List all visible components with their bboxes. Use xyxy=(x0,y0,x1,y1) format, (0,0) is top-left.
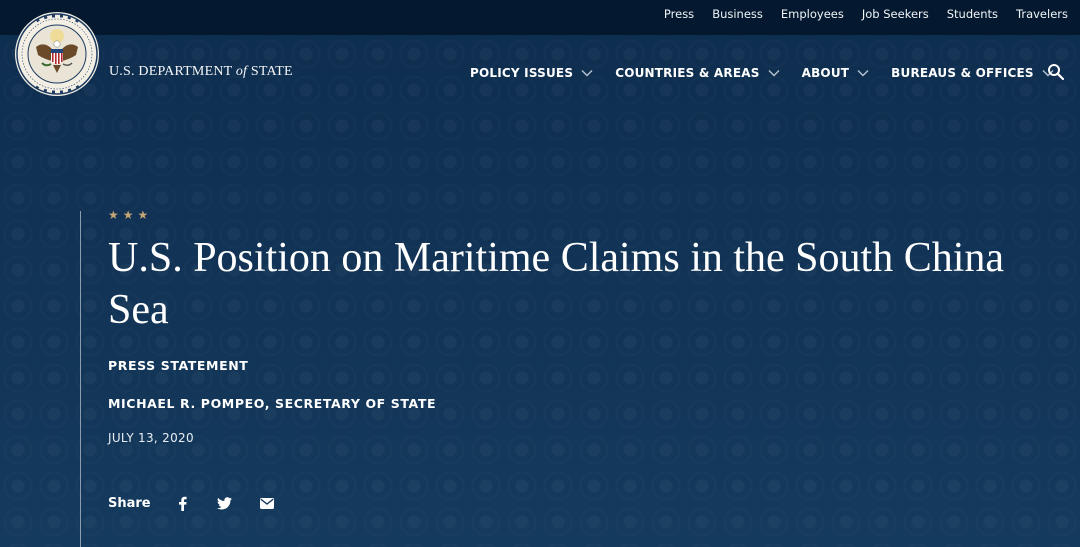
stars-decoration: ★★★ xyxy=(108,208,153,222)
facebook-icon[interactable] xyxy=(173,493,193,513)
brand-of: of xyxy=(235,64,248,79)
search-icon[interactable] xyxy=(1047,63,1065,81)
main-nav: POLICY ISSUES COUNTRIES & AREAS ABOUT BU… xyxy=(470,64,1054,82)
utility-link-travelers[interactable]: Travelers xyxy=(1016,7,1068,21)
chevron-down-icon xyxy=(857,70,869,77)
document-type-label: PRESS STATEMENT xyxy=(108,358,249,373)
department-seal-logo[interactable] xyxy=(14,11,100,97)
nav-bureaus-offices[interactable]: BUREAUS & OFFICES xyxy=(891,66,1054,80)
email-icon[interactable] xyxy=(257,493,277,513)
utility-link-students[interactable]: Students xyxy=(947,7,998,21)
nav-label: POLICY ISSUES xyxy=(470,66,574,80)
brand-suffix: STATE xyxy=(250,64,293,79)
utility-link-business[interactable]: Business xyxy=(712,7,763,21)
page-title: U.S. Position on Maritime Claims in the … xyxy=(108,235,1005,333)
utility-bar: Press Business Employees Job Seekers Stu… xyxy=(0,0,1080,35)
chevron-down-icon xyxy=(581,70,593,77)
share-label: Share xyxy=(108,495,151,511)
utility-link-job-seekers[interactable]: Job Seekers xyxy=(862,7,929,21)
chevron-down-icon xyxy=(768,70,780,77)
utility-nav: Press Business Employees Job Seekers Stu… xyxy=(664,0,1068,27)
nav-label: ABOUT xyxy=(801,66,850,80)
nav-label: COUNTRIES & AREAS xyxy=(615,66,760,80)
site-brand[interactable]: U.S. DEPARTMENT of STATE xyxy=(109,64,293,80)
twitter-icon[interactable] xyxy=(215,493,235,513)
author-label: MICHAEL R. POMPEO, SECRETARY OF STATE xyxy=(108,396,437,411)
nav-policy-issues[interactable]: POLICY ISSUES xyxy=(470,66,593,80)
brand-prefix: U.S. DEPARTMENT xyxy=(109,64,233,79)
share-bar: Share xyxy=(108,493,299,513)
hero-vertical-rule xyxy=(80,211,81,547)
nav-countries-areas[interactable]: COUNTRIES & AREAS xyxy=(615,66,780,80)
utility-link-employees[interactable]: Employees xyxy=(781,7,844,21)
utility-link-press[interactable]: Press xyxy=(664,7,694,21)
nav-label: BUREAUS & OFFICES xyxy=(891,66,1034,80)
nav-about[interactable]: ABOUT xyxy=(802,66,870,80)
page: Press Business Employees Job Seekers Stu… xyxy=(0,0,1080,547)
publish-date: JULY 13, 2020 xyxy=(108,431,194,445)
